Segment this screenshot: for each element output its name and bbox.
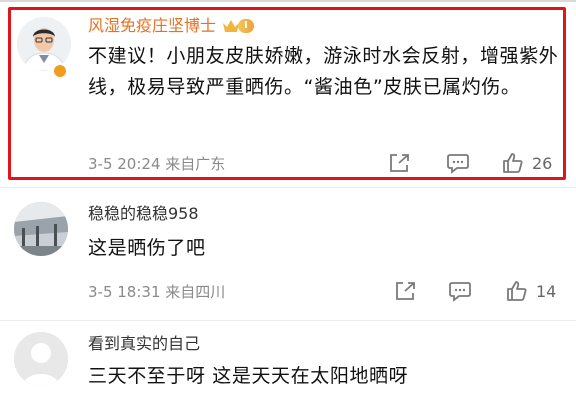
avatar[interactable] bbox=[14, 332, 68, 386]
comment-item: 风湿免疫庄坚博士 I 不建议！小朋友皮肤娇嫩，游泳时水会反射，增强紫外线，极易导… bbox=[0, 7, 576, 180]
comment-text: 这是晒伤了吧 bbox=[88, 237, 206, 259]
user-level-badge: I bbox=[222, 17, 254, 35]
like-button[interactable]: 26 bbox=[502, 151, 552, 175]
share-button[interactable] bbox=[394, 279, 418, 303]
comment-text: 不建议！小朋友皮肤娇嫩，游泳时水会反射，增强紫外线，极易导致严重晒伤。“酱油色”… bbox=[88, 45, 559, 98]
avatar[interactable] bbox=[14, 202, 68, 256]
share-icon bbox=[396, 282, 415, 300]
comment-icon bbox=[447, 154, 469, 174]
like-count: 26 bbox=[532, 153, 553, 173]
level-label: I bbox=[238, 19, 254, 33]
comment-item: 看到真实的自己 三天不至于呀 这是天天在太阳地晒呀 bbox=[0, 330, 576, 407]
comment-text: 三天不至于呀 这是天天在太阳地晒呀 bbox=[88, 365, 409, 387]
reply-button[interactable] bbox=[448, 279, 472, 303]
like-button[interactable]: 14 bbox=[506, 279, 556, 303]
top-divider bbox=[0, 0, 576, 2]
comment-timestamp-location: 3-5 20:24 来自广东 bbox=[88, 155, 226, 173]
like-count: 14 bbox=[536, 281, 557, 301]
comment-divider bbox=[0, 187, 576, 188]
user-avatar-image bbox=[14, 202, 68, 256]
default-avatar-icon bbox=[14, 332, 68, 386]
comment-meta-row: 3-5 20:24 来自广东 26 bbox=[88, 151, 558, 175]
share-icon bbox=[390, 154, 409, 172]
comment-icon bbox=[449, 282, 471, 302]
like-icon bbox=[507, 281, 527, 301]
comment-username[interactable]: 看到真实的自己 bbox=[88, 334, 562, 354]
share-button[interactable] bbox=[388, 151, 412, 175]
reply-button[interactable] bbox=[446, 151, 470, 175]
verified-badge-icon bbox=[52, 63, 68, 79]
comment-divider bbox=[0, 320, 576, 321]
comment-timestamp-location: 3-5 18:31 来自四川 bbox=[88, 283, 226, 301]
comment-username[interactable]: 稳稳的稳稳958 bbox=[88, 204, 562, 224]
like-icon bbox=[503, 153, 523, 173]
comment-username[interactable]: 风湿免疫庄坚博士 I bbox=[88, 16, 562, 36]
username-text[interactable]: 风湿免疫庄坚博士 bbox=[88, 16, 216, 36]
comment-item: 稳稳的稳稳958 这是晒伤了吧 3-5 18:31 来自四川 14 bbox=[0, 196, 576, 316]
comment-meta-row: 3-5 18:31 来自四川 14 bbox=[88, 279, 558, 303]
